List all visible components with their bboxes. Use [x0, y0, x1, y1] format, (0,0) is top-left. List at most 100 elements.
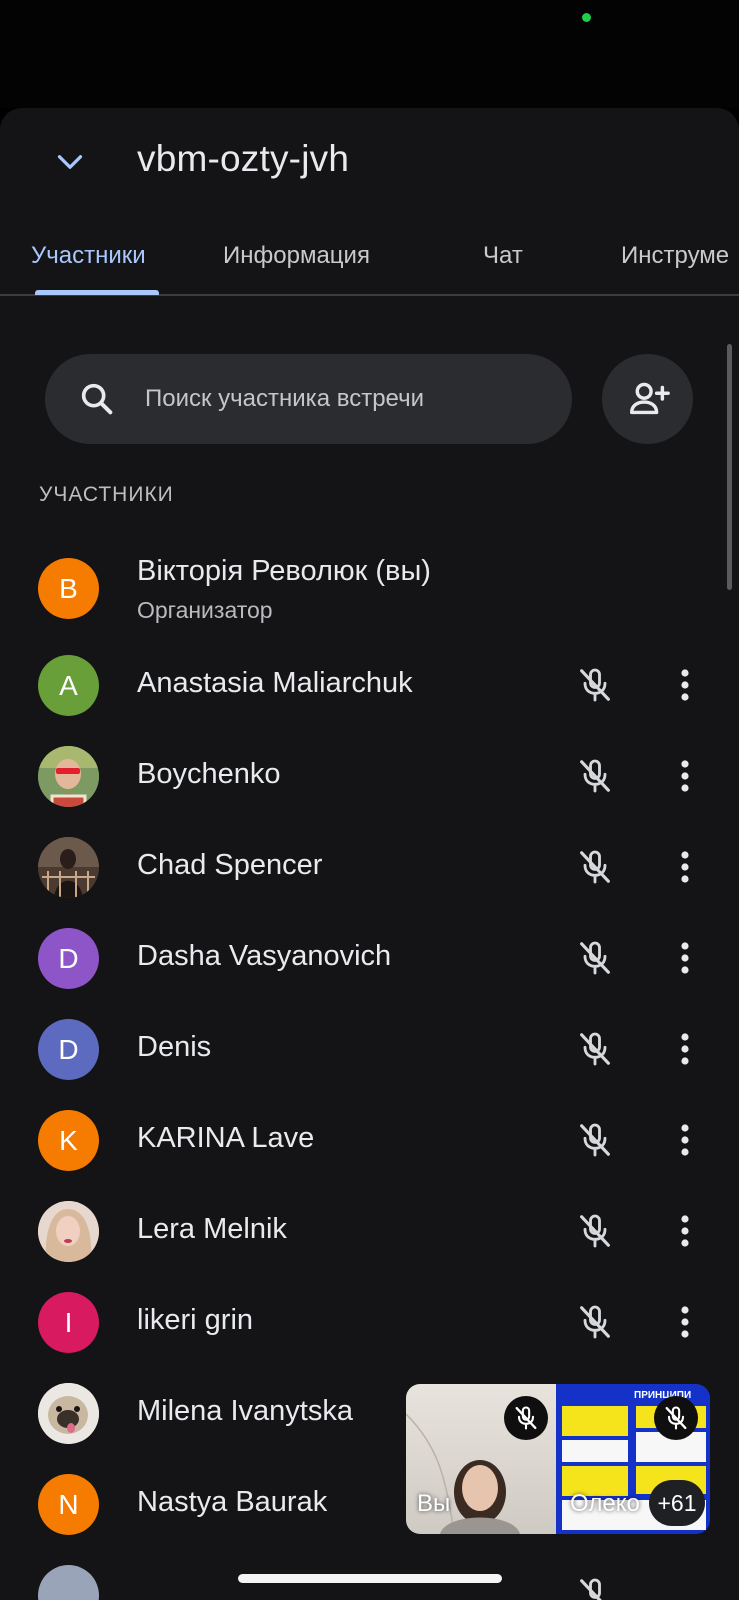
- tab-tools[interactable]: Инструме: [621, 242, 729, 270]
- mic-off-icon: [580, 1305, 610, 1339]
- participant-row[interactable]: Lera Melnik: [0, 1186, 739, 1277]
- more-options-button[interactable]: [662, 749, 708, 803]
- mic-off-icon: [580, 850, 610, 884]
- mute-participant-button[interactable]: [568, 658, 622, 712]
- active-tab-indicator: [35, 290, 159, 295]
- participants-section-label: УЧАСТНИКИ: [39, 483, 174, 506]
- more-options-button[interactable]: [662, 1204, 708, 1258]
- tab-info[interactable]: Информация: [223, 242, 370, 270]
- mic-off-icon: [580, 759, 610, 793]
- avatar-photo-icon: [38, 746, 99, 807]
- collapse-button[interactable]: [42, 134, 98, 190]
- mute-participant-button[interactable]: [568, 1022, 622, 1076]
- mute-participant-button[interactable]: [568, 1113, 622, 1167]
- mute-participant-button[interactable]: [568, 1295, 622, 1349]
- participant-row[interactable]: K KARINA Lave: [0, 1095, 739, 1186]
- more-vert-icon: [681, 942, 689, 974]
- others-count-badge: +61: [649, 1480, 705, 1526]
- mute-participant-button[interactable]: [568, 840, 622, 894]
- more-options-button[interactable]: [662, 1022, 708, 1076]
- mute-participant-button[interactable]: [568, 749, 622, 803]
- mic-off-icon: [580, 668, 610, 702]
- participant-name: Nastya Baurak: [137, 1486, 328, 1518]
- tab-bar: Участники Информация Чат Инструме: [0, 226, 739, 296]
- avatar: [38, 1201, 99, 1262]
- more-vert-icon: [681, 1033, 689, 1065]
- avatar: K: [38, 1110, 99, 1171]
- tab-chat[interactable]: Чат: [483, 242, 523, 270]
- presenter-mic-status: [654, 1396, 698, 1440]
- avatar: [38, 1383, 99, 1444]
- mic-off-icon: [580, 1578, 602, 1600]
- panel-header: vbm-ozty-jvh: [0, 108, 739, 208]
- mic-off-icon: [515, 1406, 537, 1430]
- participant-row[interactable]: Boychenko: [0, 731, 739, 822]
- self-video-label: Вы: [417, 1490, 451, 1517]
- presenter-label: Олеко: [570, 1490, 640, 1517]
- mic-off-icon: [580, 1032, 610, 1066]
- scrollbar[interactable]: [727, 344, 732, 590]
- more-vert-icon: [681, 669, 689, 701]
- mic-off-icon: [580, 941, 610, 975]
- participant-row[interactable]: D Dasha Vasyanovich: [0, 913, 739, 1004]
- person-add-icon: [629, 382, 670, 415]
- participant-name: KARINA Lave: [137, 1122, 315, 1154]
- more-options-button[interactable]: [662, 931, 708, 985]
- search-input[interactable]: [145, 354, 555, 444]
- more-options-button[interactable]: [662, 1295, 708, 1349]
- participant-name: Anastasia Maliarchuk: [137, 667, 413, 699]
- meeting-code: vbm-ozty-jvh: [137, 138, 350, 179]
- avatar: D: [38, 928, 99, 989]
- add-people-button[interactable]: [602, 354, 693, 444]
- more-vert-icon: [681, 1124, 689, 1156]
- participant-name: Lera Melnik: [137, 1213, 287, 1245]
- participant-name: Вікторія Революк (вы): [137, 555, 431, 587]
- avatar-photo-icon: [38, 837, 99, 898]
- participant-row[interactable]: A Anastasia Maliarchuk: [0, 640, 739, 731]
- mute-participant-button[interactable]: [568, 1568, 622, 1600]
- status-bar: [0, 0, 739, 108]
- chevron-down-icon: [57, 155, 83, 169]
- participant-name: Dasha Vasyanovich: [137, 940, 392, 972]
- avatar-photo-icon: [38, 1201, 99, 1262]
- more-options-button[interactable]: [662, 1113, 708, 1167]
- more-vert-icon: [681, 851, 689, 883]
- avatar-photo-icon: [38, 1383, 99, 1444]
- participant-name: Chad Spencer: [137, 849, 323, 881]
- participant-row[interactable]: В Вікторія Революк (вы) Организатор: [0, 543, 739, 634]
- more-vert-icon: [681, 760, 689, 792]
- mute-participant-button[interactable]: [568, 1204, 622, 1258]
- mic-off-icon: [580, 1214, 610, 1248]
- more-options-button[interactable]: [662, 840, 708, 894]
- self-video-tile[interactable]: Вы: [406, 1384, 556, 1534]
- home-indicator[interactable]: [238, 1574, 502, 1583]
- avatar: N: [38, 1474, 99, 1535]
- search-bar[interactable]: [45, 354, 572, 444]
- avatar: A: [38, 655, 99, 716]
- avatar: I: [38, 1292, 99, 1353]
- pip-video-window[interactable]: Вы ПРИНЦИПИ Олеко +61: [406, 1384, 710, 1534]
- participant-role: Организатор: [137, 597, 273, 623]
- self-mic-status: [504, 1396, 548, 1440]
- participant-name: Denis: [137, 1031, 212, 1063]
- more-vert-icon: [681, 1306, 689, 1338]
- participants-panel: vbm-ozty-jvh Участники Информация Чат Ин…: [0, 108, 739, 1600]
- avatar: D: [38, 1019, 99, 1080]
- tab-participants[interactable]: Участники: [31, 242, 146, 270]
- participant-row[interactable]: I likeri grin: [0, 1277, 739, 1368]
- search-icon: [81, 383, 113, 415]
- more-options-button[interactable]: [662, 658, 708, 712]
- more-vert-icon: [681, 1215, 689, 1247]
- participant-name: Boychenko: [137, 758, 281, 790]
- avatar: [38, 1565, 99, 1600]
- avatar: [38, 746, 99, 807]
- mic-off-icon: [580, 1123, 610, 1157]
- avatar: В: [38, 558, 99, 619]
- participant-name: Milena Ivanytska: [137, 1395, 353, 1427]
- participant-name: likeri grin: [137, 1304, 254, 1336]
- mute-participant-button[interactable]: [568, 931, 622, 985]
- participant-row[interactable]: Chad Spencer: [0, 822, 739, 913]
- participant-row[interactable]: D Denis: [0, 1004, 739, 1095]
- camera-in-use-indicator: [582, 13, 591, 22]
- avatar: [38, 837, 99, 898]
